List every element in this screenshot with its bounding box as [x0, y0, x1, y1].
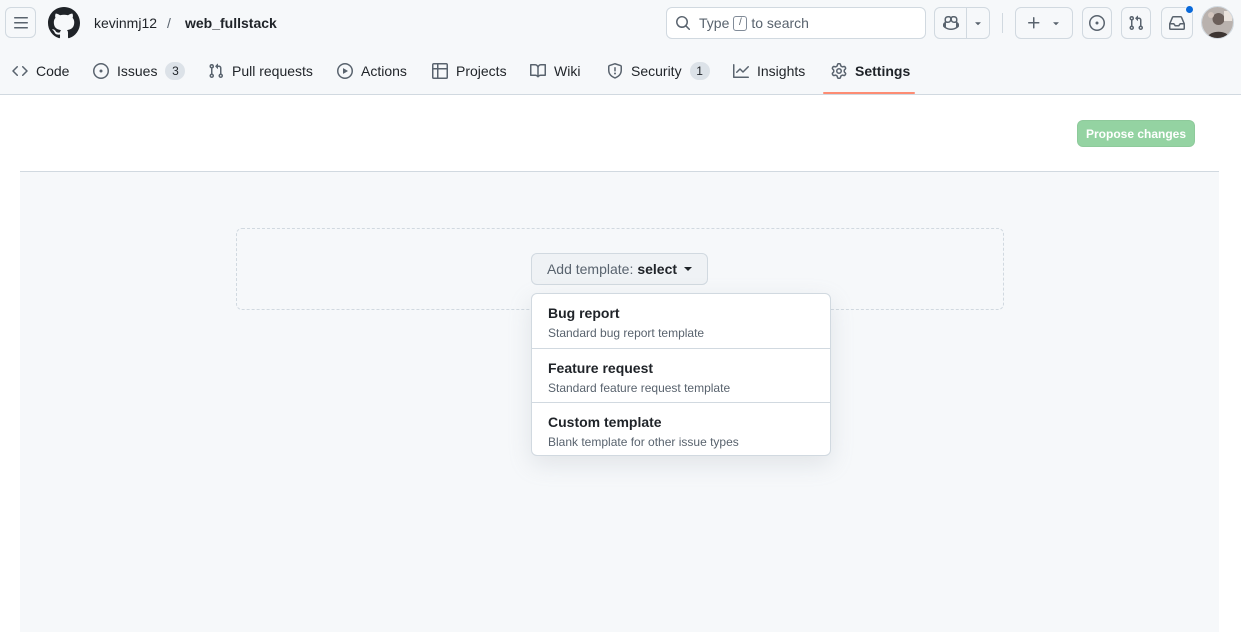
- tab-label: Insights: [757, 63, 806, 79]
- search-shortcut-key: /: [733, 15, 748, 31]
- breadcrumb-repo[interactable]: web_fullstack: [185, 14, 277, 32]
- menu-item-description: Blank template for other issue types: [548, 435, 739, 449]
- copilot-dropdown-button[interactable]: [967, 8, 989, 38]
- search-input[interactable]: Type / to search: [666, 7, 926, 39]
- add-template-value: select: [637, 261, 678, 277]
- menu-item-title: Custom template: [548, 414, 662, 430]
- template-select-menu: Bug report Standard bug report template …: [531, 293, 831, 456]
- your-issues-button[interactable]: [1082, 7, 1112, 39]
- tab-issues[interactable]: Issues 3: [93, 48, 186, 94]
- tab-insights[interactable]: Insights: [733, 48, 805, 94]
- selected-tab-underline: [823, 92, 915, 94]
- plus-icon: [1028, 17, 1040, 29]
- copilot-button[interactable]: [935, 8, 968, 38]
- tab-projects[interactable]: Projects: [432, 48, 507, 94]
- triangle-down-icon: [1053, 22, 1059, 26]
- gear-icon: [831, 63, 847, 79]
- tab-label: Actions: [361, 63, 407, 79]
- tab-security[interactable]: Security 1: [607, 48, 710, 94]
- issues-counter: 3: [165, 62, 186, 80]
- your-pull-requests-button[interactable]: [1121, 7, 1151, 39]
- security-counter: 1: [689, 62, 710, 80]
- menu-item-bug-report[interactable]: Bug report Standard bug report template: [532, 294, 830, 348]
- menu-item-custom-template[interactable]: Custom template Blank template for other…: [532, 402, 830, 455]
- inbox-icon: [1169, 15, 1185, 30]
- tab-pull-requests[interactable]: Pull requests: [208, 48, 313, 94]
- issue-opened-icon: [93, 63, 109, 79]
- tab-label: Pull requests: [232, 63, 313, 79]
- create-new-button[interactable]: [1015, 7, 1073, 39]
- shield-icon: [607, 63, 623, 79]
- copilot-button-group: [934, 7, 990, 39]
- add-template-label: Add template:: [546, 261, 634, 277]
- git-pull-request-icon: [1129, 15, 1144, 31]
- menu-item-description: Standard feature request template: [548, 381, 731, 395]
- propose-changes-button[interactable]: Propose changes: [1077, 120, 1195, 147]
- tab-label: Security: [631, 63, 682, 79]
- notification-indicator: [1185, 5, 1194, 14]
- menu-item-feature-request[interactable]: Feature request Standard feature request…: [532, 348, 830, 402]
- breadcrumb-separator: /: [167, 15, 171, 31]
- tab-actions[interactable]: Actions: [337, 48, 407, 94]
- top-bar: kevinmj12 / web_fullstack Type / to sear…: [0, 0, 1241, 46]
- tab-label: Settings: [855, 63, 911, 79]
- book-icon: [530, 63, 546, 79]
- github-logo-icon[interactable]: [48, 7, 80, 39]
- tab-label: Wiki: [554, 63, 581, 79]
- breadcrumb-owner[interactable]: kevinmj12: [94, 14, 157, 32]
- git-pull-request-icon: [208, 63, 224, 79]
- triangle-down-icon: [975, 22, 981, 26]
- search-placeholder-suffix: to search: [751, 15, 809, 31]
- tab-label: Code: [36, 63, 70, 79]
- add-template-select-button[interactable]: Add template: select: [531, 253, 708, 285]
- table-icon: [432, 63, 448, 79]
- three-bars-icon: [13, 16, 28, 28]
- tab-wiki[interactable]: Wiki: [530, 48, 580, 94]
- menu-item-title: Bug report: [548, 305, 620, 321]
- tab-settings[interactable]: Settings: [831, 48, 910, 94]
- tab-label: Issues: [117, 63, 158, 79]
- copilot-icon: [942, 15, 959, 31]
- avatar-image-icon: [1202, 7, 1233, 38]
- code-icon: [12, 63, 28, 79]
- tab-code[interactable]: Code: [12, 48, 69, 94]
- search-placeholder-prefix: Type: [699, 15, 730, 31]
- tab-label: Projects: [456, 63, 507, 79]
- global-menu-button[interactable]: [5, 7, 36, 38]
- user-avatar[interactable]: [1201, 6, 1234, 39]
- play-icon: [337, 63, 353, 79]
- header-divider: [1002, 13, 1003, 33]
- issue-opened-icon: [1089, 15, 1105, 31]
- caret-down-icon: [684, 267, 693, 271]
- menu-item-description: Standard bug report template: [548, 326, 705, 340]
- app-header: kevinmj12 / web_fullstack Type / to sear…: [0, 0, 1241, 95]
- graph-icon: [733, 63, 749, 79]
- search-icon: [675, 15, 691, 31]
- menu-item-title: Feature request: [548, 360, 654, 376]
- repository-navigation: Code Issues 3 Pull requests Actions Proj…: [0, 48, 1241, 95]
